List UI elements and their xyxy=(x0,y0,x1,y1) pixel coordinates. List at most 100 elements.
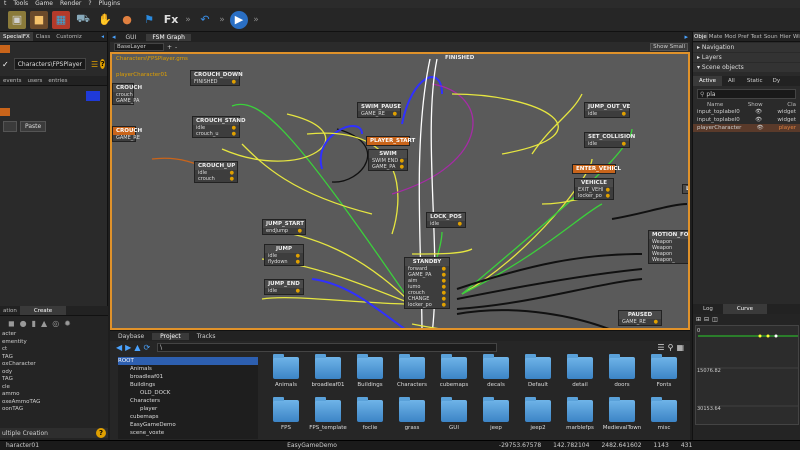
menu-tools[interactable]: Tools xyxy=(13,0,28,8)
hand-icon[interactable]: ✋ xyxy=(96,11,114,29)
node-crouch-down[interactable]: CROUCH_DOWN FINISHED ● xyxy=(190,70,243,86)
node-jump[interactable]: JUMP idle ● flydown ● xyxy=(264,244,304,266)
show-small-button[interactable]: Show Small xyxy=(650,43,688,51)
tree-item[interactable]: Animals xyxy=(118,365,258,373)
tree-item[interactable]: broadleaf01 xyxy=(118,373,258,381)
tree-item[interactable]: OLD_DOCK xyxy=(118,389,258,397)
node-jump-out-ve[interactable]: JUMP_OUT_VE idle ● xyxy=(584,102,630,118)
path-input[interactable]: \ xyxy=(157,342,498,352)
up-icon[interactable]: ▲ xyxy=(134,343,140,352)
help-icon-2[interactable]: ? xyxy=(96,428,106,438)
tab-class[interactable]: Class xyxy=(33,32,53,41)
node-set-collision[interactable]: SET_COLLISION idle ● xyxy=(584,132,635,148)
list-item[interactable]: ct xyxy=(2,346,106,354)
list-item[interactable]: oxeAmmoTAG xyxy=(2,399,106,407)
scene-search-input[interactable]: pla xyxy=(706,91,715,98)
node-lock-pos[interactable]: LOCK_POS idle ● xyxy=(426,212,466,228)
multiple-creation-label[interactable]: ultiple Creation xyxy=(2,430,48,437)
section-scene-objects[interactable]: ▾ Scene objects xyxy=(693,63,800,72)
panel-menu-icon[interactable]: ◂ xyxy=(98,32,107,41)
node-crouch[interactable]: CROUCH crouch GAME_PA xyxy=(112,83,142,105)
flag-icon[interactable]: ⚑ xyxy=(140,11,158,29)
forward-icon[interactable]: ▶ xyxy=(125,343,131,352)
curve-tool-icon[interactable]: ◫ xyxy=(712,316,718,323)
tab-ation[interactable]: ation xyxy=(0,306,20,315)
tab-textures[interactable]: Text xyxy=(750,32,763,41)
fsm-graph-canvas[interactable]: Characters\FPSPlayer.gms playerCharacter… xyxy=(110,52,690,330)
tab-events[interactable]: events xyxy=(0,76,25,85)
node-crouch-2[interactable]: CROUCH GAME_RE xyxy=(112,126,142,142)
list-item[interactable]: acter xyxy=(2,331,106,339)
scene-row[interactable]: input_toplabel0 👁 widget xyxy=(693,108,800,116)
folder-item[interactable]: Buildings xyxy=(350,354,390,396)
eye-icon[interactable]: 👁 xyxy=(757,124,764,132)
rubik-icon[interactable]: ▦ xyxy=(52,10,70,29)
tree-item[interactable]: player xyxy=(118,405,258,413)
list-item[interactable]: oxCharacter xyxy=(2,361,106,369)
tab-preferences[interactable]: Pref xyxy=(737,32,750,41)
play-icon[interactable]: ▶ xyxy=(230,10,248,29)
curve-editor[interactable]: 0 15076.82 30153.64 xyxy=(695,325,799,425)
folder-item[interactable]: misc xyxy=(644,397,684,439)
folder-item[interactable]: cubemaps xyxy=(434,354,474,396)
menu-plugins[interactable]: Plugins xyxy=(99,0,121,8)
node-crouch-up[interactable]: CROUCH_UP idle ● crouch ● xyxy=(194,161,238,183)
box-icon[interactable]: ■ xyxy=(30,10,48,29)
tab-sounds[interactable]: Soun xyxy=(763,32,779,41)
layer-select[interactable]: BaseLayer xyxy=(114,43,164,51)
eye-icon[interactable]: 👁 xyxy=(755,108,762,116)
folder-item[interactable]: Default xyxy=(518,354,558,396)
list-item[interactable]: TAG xyxy=(2,376,106,384)
tab-gui[interactable]: GUI xyxy=(120,34,143,41)
tab-materials[interactable]: Mate xyxy=(708,32,724,41)
node-jump-start[interactable]: JUMP_START endJump ● xyxy=(262,219,306,235)
list-item[interactable]: TAG xyxy=(2,354,106,362)
tab-entries[interactable]: entries xyxy=(45,76,70,85)
scroll-right-icon[interactable]: ▸ xyxy=(684,33,690,41)
tab-active[interactable]: Active xyxy=(693,76,723,86)
folder-item[interactable]: MedievalTown xyxy=(602,397,642,439)
tree-item[interactable]: Characters xyxy=(118,397,258,405)
folder-item[interactable]: Characters xyxy=(392,354,432,396)
square-icon[interactable]: ◼ xyxy=(8,319,15,328)
gear-icon[interactable]: ✹ xyxy=(64,319,71,328)
curve-tool-icon[interactable]: ⊞ xyxy=(696,316,701,323)
tab-tracks[interactable]: Tracks xyxy=(189,333,224,340)
remove-layer-button[interactable]: - xyxy=(175,44,177,51)
tree-item-root[interactable]: ROOT xyxy=(118,357,258,365)
color-swatch[interactable] xyxy=(86,91,100,101)
grid-view-icon[interactable]: ▦ xyxy=(676,343,690,352)
tab-static[interactable]: Static xyxy=(741,76,769,86)
tab-objects[interactable]: Obje xyxy=(693,32,708,41)
section-navigation[interactable]: ▸ Navigation xyxy=(693,43,800,52)
folder-item[interactable]: foclie xyxy=(350,397,390,439)
back-icon[interactable]: ◀ xyxy=(116,343,122,352)
folder-item[interactable]: jeep2 xyxy=(518,397,558,439)
entity-menu-icon[interactable]: ☰ xyxy=(91,60,98,69)
node-jump-end[interactable]: JUMP_END idle ● xyxy=(264,279,304,295)
list-item[interactable]: oonTAG xyxy=(2,406,106,414)
scroll-left-icon[interactable]: ◂ xyxy=(112,33,116,41)
tab-create[interactable]: Create xyxy=(19,306,67,315)
menu-render[interactable]: Render xyxy=(60,0,81,8)
cone-icon[interactable]: ▲ xyxy=(41,319,47,328)
tab-log[interactable]: Log xyxy=(693,304,723,314)
scene-row-selected[interactable]: playerCharacter 👁 player xyxy=(693,124,800,132)
node-motion-for[interactable]: MOTION_FOR Weapon Weapon Weapon Weapon_ xyxy=(648,230,688,264)
node-vehicle[interactable]: VEHICLE EXIT_VEHI ● locker_po ● xyxy=(574,178,614,200)
list-item[interactable]: ody xyxy=(2,369,106,377)
toolbar-overflow-icon[interactable]: » xyxy=(252,15,260,25)
folder-item[interactable]: marblefps xyxy=(560,397,600,439)
folder-item[interactable]: FPS_template xyxy=(308,397,348,439)
sphere-icon[interactable]: ● xyxy=(118,11,136,29)
tab-daybase[interactable]: Daybase xyxy=(110,333,152,340)
tab-curve[interactable]: Curve xyxy=(722,304,768,314)
node-player-start[interactable]: PLAYER_START xyxy=(366,136,415,146)
search-icon[interactable]: ⚲ xyxy=(668,343,674,352)
menu-game[interactable]: Game xyxy=(35,0,53,8)
tab-project[interactable]: Project xyxy=(152,332,189,340)
folder-item[interactable]: jeep xyxy=(476,397,516,439)
list-item[interactable]: cle xyxy=(2,384,106,392)
fx-icon[interactable]: Fx xyxy=(162,11,180,29)
node-standby[interactable]: STANDBY forward ● GAME_PA ● aim ● iumo ● cro… xyxy=(404,257,450,309)
